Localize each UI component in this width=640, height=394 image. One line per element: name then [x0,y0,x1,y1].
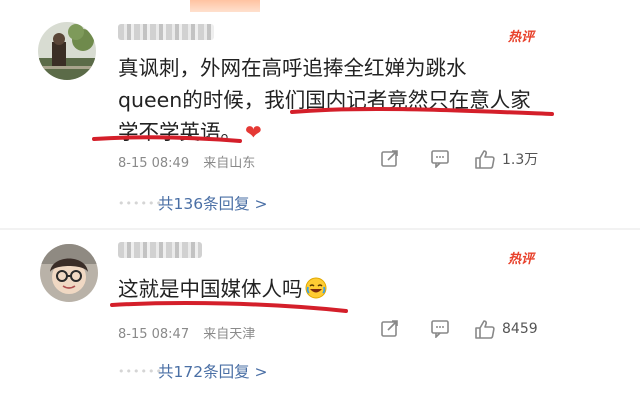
comment-location: 来自山东 [203,156,256,171]
like-count: 1.3万 [502,152,539,168]
comment-2: 热评 这就是中国媒体人吗 8-15 08:47 来自天津 8459 ••••••… [0,230,640,394]
like-count: 8459 [502,321,538,337]
comment-meta: 8-15 08:47 来自天津 [118,323,255,342]
laugh-icon [305,276,327,308]
comment-text: 真讽刺，外网在高呼追捧全红婵为跳水 queen的时候，我们国内记者竟然只在意人家… [118,52,531,148]
comment-icon [431,320,449,338]
comment-text-line: 学不学英语。 ❤ [118,116,531,148]
comment-text-line: queen的时候，我们国内记者竟然只在意人家 [118,88,531,112]
username-blurred[interactable] [118,242,202,258]
username-blurred[interactable] [118,24,214,40]
view-replies-link[interactable]: •••••• 共172条回复 > [118,356,314,386]
comment-button[interactable] [430,148,450,168]
comment-1: 热评 真讽刺，外网在高呼追捧全红婵为跳水 queen的时候，我们国内记者竟然只在… [0,0,640,230]
comment-text-line-content: 学不学英语。 [118,120,241,144]
share-button[interactable] [380,148,400,168]
like-button[interactable]: 1.3万 [474,148,538,170]
share-icon [381,320,398,337]
comment-icon [431,150,449,168]
heart-icon: ❤ [245,120,262,144]
thumbs-up-icon [475,150,495,169]
avatar[interactable] [38,22,96,80]
hot-comment-badge: 热评 [508,30,535,45]
avatar[interactable] [40,244,98,302]
share-icon [381,150,398,167]
comment-text-line: 这就是中国媒体人吗 [118,273,327,305]
replies-count-label: 共136条回复 > [158,195,268,213]
comment-date: 8-15 08:49 [118,156,190,171]
comment-text-line-content: 这就是中国媒体人吗 [118,277,303,301]
share-button[interactable] [380,318,400,338]
comment-text: 这就是中国媒体人吗 [118,273,327,305]
reply-avatars-blurred: •••••• [118,364,163,378]
comment-meta: 8-15 08:49 来自山东 [118,152,255,171]
comment-date: 8-15 08:47 [118,327,190,342]
replies-count-label: 共172条回复 > [158,363,268,381]
hot-comment-badge: 热评 [508,252,535,267]
comment-text-line: 真讽刺，外网在高呼追捧全红婵为跳水 [118,56,467,80]
like-button[interactable]: 8459 [474,318,538,340]
comment-button[interactable] [430,318,450,338]
view-replies-link[interactable]: •••••• 共136条回复 > [118,188,314,218]
reply-avatars-blurred: •••••• [118,196,163,210]
thumbs-up-icon [475,320,495,339]
comment-location: 来自天津 [203,327,256,342]
